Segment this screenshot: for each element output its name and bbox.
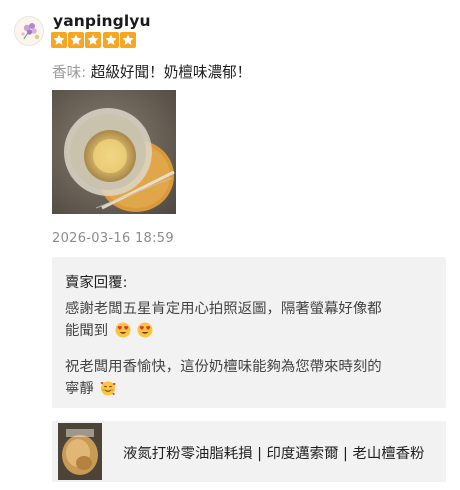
seller-reply-text: 感謝老闆五星肯定用心拍照返圖，隔著螢幕好像都 bbox=[65, 301, 382, 317]
heart-eyes-emoji-icon bbox=[137, 322, 153, 338]
seller-reply-line: 寧靜 bbox=[65, 377, 116, 398]
seller-reply-box: 賣家回覆: 感謝老闆五星肯定用心拍照返圖，隔著螢幕好像都 能聞到 祝老闆用香愉快… bbox=[52, 257, 446, 408]
star-icon bbox=[68, 32, 85, 48]
incense-bowl-photo bbox=[52, 90, 176, 214]
smiling-face-with-hearts-emoji-icon bbox=[101, 381, 116, 396]
seller-reply-text: 能聞到 bbox=[65, 323, 109, 339]
star-rating bbox=[51, 32, 137, 48]
star-icon bbox=[119, 32, 136, 48]
heart-eyes-emoji-icon bbox=[115, 322, 131, 338]
review-text: 超級好聞！奶檀味濃郁！ bbox=[86, 64, 252, 81]
product-card[interactable]: 液氮打粉零油脂耗損 | 印度邁索爾 | 老山檀香粉 bbox=[52, 421, 446, 482]
username[interactable]: yanpinglyu bbox=[53, 12, 151, 30]
seller-reply-line: 感謝老闆五星肯定用心拍照返圖，隔著螢幕好像都 bbox=[65, 297, 382, 318]
star-icon bbox=[102, 32, 119, 48]
product-title[interactable]: 液氮打粉零油脂耗損 | 印度邁索爾 | 老山檀香粉 bbox=[123, 442, 435, 463]
star-icon bbox=[51, 32, 67, 48]
seller-reply-line: 祝老闆用香愉快，這份奶檀味能夠為您帶來時刻的 bbox=[65, 355, 382, 376]
sandalwood-powder-thumbnail bbox=[58, 423, 102, 480]
review-aspect-label: 香味: bbox=[52, 64, 87, 81]
seller-reply-text: 寧靜 bbox=[65, 381, 94, 397]
review-timestamp: 2026-03-16 18:59 bbox=[52, 231, 174, 246]
seller-reply-text: 祝老闆用香愉快，這份奶檀味能夠為您帶來時刻的 bbox=[65, 359, 382, 375]
flower-avatar-icon bbox=[15, 17, 43, 45]
review-header: yanpinglyu bbox=[14, 12, 446, 52]
user-avatar[interactable] bbox=[14, 16, 44, 46]
review-photo[interactable] bbox=[52, 90, 176, 214]
seller-reply-title: 賣家回覆: bbox=[65, 275, 128, 291]
review-text-line: 香味: 超級好聞！奶檀味濃郁！ bbox=[52, 61, 251, 82]
star-icon bbox=[85, 32, 102, 48]
product-thumbnail[interactable] bbox=[58, 423, 102, 480]
seller-reply-line: 能聞到 bbox=[65, 319, 153, 340]
